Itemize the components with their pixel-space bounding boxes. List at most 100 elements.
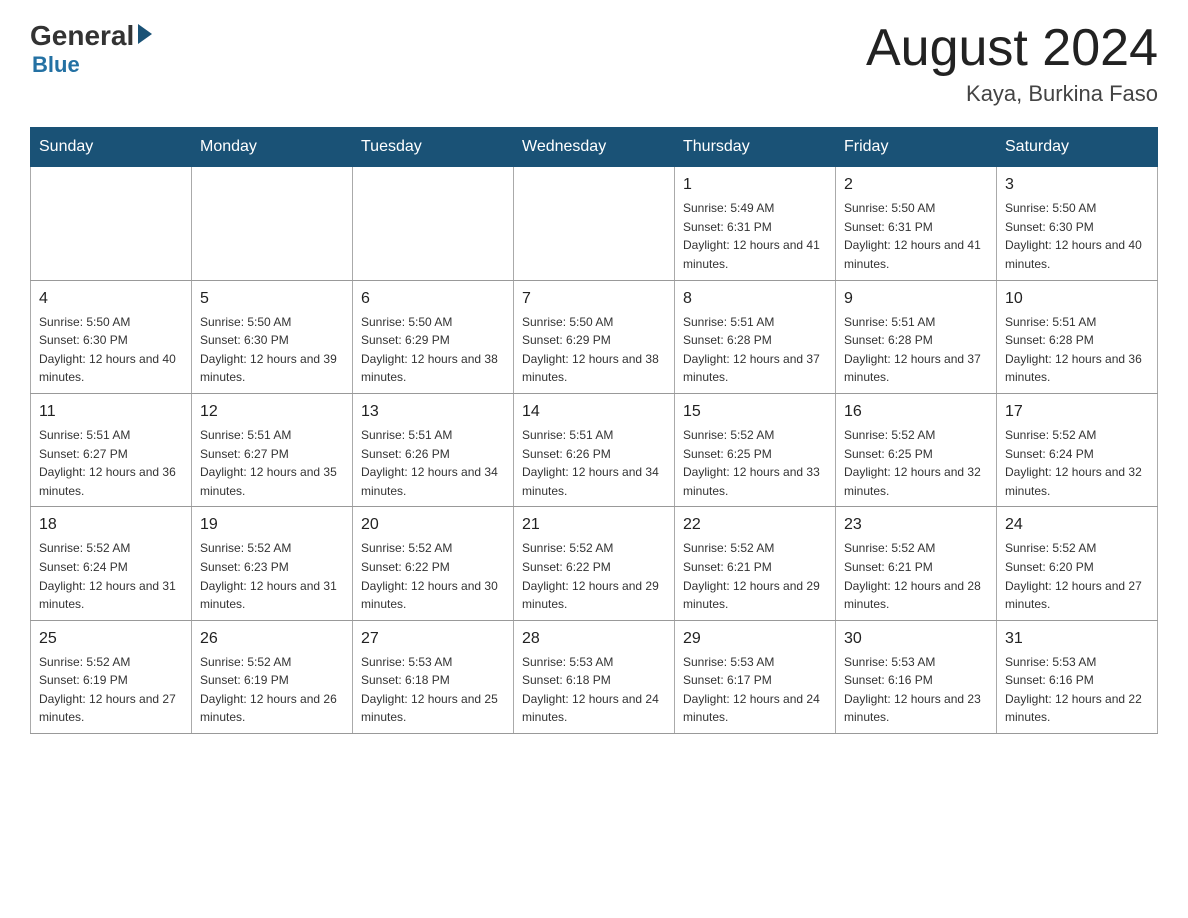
day-number: 5 [200, 287, 344, 311]
day-number: 10 [1005, 287, 1149, 311]
day-number: 4 [39, 287, 183, 311]
day-number: 16 [844, 400, 988, 424]
calendar-cell [514, 167, 675, 280]
location-text: Kaya, Burkina Faso [866, 81, 1158, 107]
day-header-wednesday: Wednesday [514, 128, 675, 167]
day-number: 15 [683, 400, 827, 424]
page-header: General Blue August 2024 Kaya, Burkina F… [30, 20, 1158, 107]
day-number: 19 [200, 513, 344, 537]
day-number: 11 [39, 400, 183, 424]
day-header-thursday: Thursday [675, 128, 836, 167]
calendar-cell: 30Sunrise: 5:53 AMSunset: 6:16 PMDayligh… [836, 620, 997, 733]
day-number: 12 [200, 400, 344, 424]
day-info: Sunrise: 5:52 AMSunset: 6:22 PMDaylight:… [522, 539, 666, 613]
calendar-cell: 7Sunrise: 5:50 AMSunset: 6:29 PMDaylight… [514, 280, 675, 393]
day-info: Sunrise: 5:50 AMSunset: 6:30 PMDaylight:… [200, 313, 344, 387]
calendar-cell: 28Sunrise: 5:53 AMSunset: 6:18 PMDayligh… [514, 620, 675, 733]
day-info: Sunrise: 5:52 AMSunset: 6:22 PMDaylight:… [361, 539, 505, 613]
calendar-cell: 6Sunrise: 5:50 AMSunset: 6:29 PMDaylight… [353, 280, 514, 393]
calendar-cell: 8Sunrise: 5:51 AMSunset: 6:28 PMDaylight… [675, 280, 836, 393]
calendar-cell [353, 167, 514, 280]
calendar-cell: 27Sunrise: 5:53 AMSunset: 6:18 PMDayligh… [353, 620, 514, 733]
day-number: 7 [522, 287, 666, 311]
logo: General Blue [30, 20, 152, 78]
calendar-cell: 31Sunrise: 5:53 AMSunset: 6:16 PMDayligh… [997, 620, 1158, 733]
day-info: Sunrise: 5:52 AMSunset: 6:24 PMDaylight:… [1005, 426, 1149, 500]
calendar-cell: 29Sunrise: 5:53 AMSunset: 6:17 PMDayligh… [675, 620, 836, 733]
day-number: 8 [683, 287, 827, 311]
calendar-cell: 2Sunrise: 5:50 AMSunset: 6:31 PMDaylight… [836, 167, 997, 280]
day-info: Sunrise: 5:52 AMSunset: 6:25 PMDaylight:… [683, 426, 827, 500]
calendar-cell: 4Sunrise: 5:50 AMSunset: 6:30 PMDaylight… [31, 280, 192, 393]
calendar-header-row: SundayMondayTuesdayWednesdayThursdayFrid… [31, 128, 1158, 167]
calendar-cell: 24Sunrise: 5:52 AMSunset: 6:20 PMDayligh… [997, 507, 1158, 620]
logo-blue-text: Blue [32, 52, 80, 78]
calendar-cell: 14Sunrise: 5:51 AMSunset: 6:26 PMDayligh… [514, 393, 675, 506]
day-header-tuesday: Tuesday [353, 128, 514, 167]
day-info: Sunrise: 5:50 AMSunset: 6:31 PMDaylight:… [844, 199, 988, 273]
calendar-cell: 25Sunrise: 5:52 AMSunset: 6:19 PMDayligh… [31, 620, 192, 733]
day-number: 31 [1005, 627, 1149, 651]
day-info: Sunrise: 5:53 AMSunset: 6:16 PMDaylight:… [844, 653, 988, 727]
day-number: 23 [844, 513, 988, 537]
day-number: 26 [200, 627, 344, 651]
calendar-cell: 15Sunrise: 5:52 AMSunset: 6:25 PMDayligh… [675, 393, 836, 506]
calendar-week-row: 4Sunrise: 5:50 AMSunset: 6:30 PMDaylight… [31, 280, 1158, 393]
day-header-monday: Monday [192, 128, 353, 167]
calendar-week-row: 1Sunrise: 5:49 AMSunset: 6:31 PMDaylight… [31, 167, 1158, 280]
day-header-friday: Friday [836, 128, 997, 167]
day-info: Sunrise: 5:52 AMSunset: 6:19 PMDaylight:… [200, 653, 344, 727]
day-info: Sunrise: 5:53 AMSunset: 6:17 PMDaylight:… [683, 653, 827, 727]
day-info: Sunrise: 5:51 AMSunset: 6:27 PMDaylight:… [200, 426, 344, 500]
day-number: 13 [361, 400, 505, 424]
calendar-week-row: 18Sunrise: 5:52 AMSunset: 6:24 PMDayligh… [31, 507, 1158, 620]
calendar-cell: 18Sunrise: 5:52 AMSunset: 6:24 PMDayligh… [31, 507, 192, 620]
day-number: 20 [361, 513, 505, 537]
calendar-cell: 19Sunrise: 5:52 AMSunset: 6:23 PMDayligh… [192, 507, 353, 620]
day-info: Sunrise: 5:50 AMSunset: 6:30 PMDaylight:… [39, 313, 183, 387]
month-title: August 2024 [866, 20, 1158, 77]
calendar-cell: 20Sunrise: 5:52 AMSunset: 6:22 PMDayligh… [353, 507, 514, 620]
day-info: Sunrise: 5:52 AMSunset: 6:21 PMDaylight:… [683, 539, 827, 613]
calendar-cell: 11Sunrise: 5:51 AMSunset: 6:27 PMDayligh… [31, 393, 192, 506]
day-number: 24 [1005, 513, 1149, 537]
day-number: 28 [522, 627, 666, 651]
day-number: 9 [844, 287, 988, 311]
calendar-cell [31, 167, 192, 280]
calendar-cell: 10Sunrise: 5:51 AMSunset: 6:28 PMDayligh… [997, 280, 1158, 393]
day-info: Sunrise: 5:52 AMSunset: 6:21 PMDaylight:… [844, 539, 988, 613]
calendar-cell: 16Sunrise: 5:52 AMSunset: 6:25 PMDayligh… [836, 393, 997, 506]
day-info: Sunrise: 5:51 AMSunset: 6:28 PMDaylight:… [1005, 313, 1149, 387]
day-info: Sunrise: 5:53 AMSunset: 6:18 PMDaylight:… [361, 653, 505, 727]
calendar-week-row: 11Sunrise: 5:51 AMSunset: 6:27 PMDayligh… [31, 393, 1158, 506]
day-info: Sunrise: 5:51 AMSunset: 6:28 PMDaylight:… [683, 313, 827, 387]
day-number: 3 [1005, 173, 1149, 197]
logo-general-text: General [30, 20, 134, 52]
calendar-week-row: 25 Sunrise: 5:52 AMSunset: 6:19 PMDayligh… [31, 620, 1158, 733]
day-number: 1 [683, 173, 827, 197]
day-info: Sunrise: 5:51 AMSunset: 6:26 PMDaylight:… [361, 426, 505, 500]
day-number: 22 [683, 513, 827, 537]
calendar-cell: 5Sunrise: 5:50 AMSunset: 6:30 PMDaylight… [192, 280, 353, 393]
day-info: Sunrise: 5:51 AMSunset: 6:26 PMDaylight:… [522, 426, 666, 500]
day-number: 29 [683, 627, 827, 651]
day-info: Sunrise: 5:52 AMSunset: 6:24 PMDaylight:… [39, 539, 183, 613]
day-info: Sunrise: 5:53 AMSunset: 6:18 PMDaylight:… [522, 653, 666, 727]
day-info: Sunrise: 5:50 AMSunset: 6:29 PMDaylight:… [522, 313, 666, 387]
calendar-cell: 17Sunrise: 5:52 AMSunset: 6:24 PMDayligh… [997, 393, 1158, 506]
title-area: August 2024 Kaya, Burkina Faso [866, 20, 1158, 107]
calendar-cell: 1Sunrise: 5:49 AMSunset: 6:31 PMDaylight… [675, 167, 836, 280]
day-info: Sunrise: 5:52 AMSunset: 6:20 PMDaylight:… [1005, 539, 1149, 613]
calendar-table: SundayMondayTuesdayWednesdayThursdayFrid… [30, 127, 1158, 734]
day-number: 6 [361, 287, 505, 311]
day-info: Sunrise: 5:50 AMSunset: 6:30 PMDaylight:… [1005, 199, 1149, 273]
calendar-cell: 12Sunrise: 5:51 AMSunset: 6:27 PMDayligh… [192, 393, 353, 506]
day-info: Sunrise: 5:51 AMSunset: 6:28 PMDaylight:… [844, 313, 988, 387]
day-number: 25 [39, 627, 183, 651]
day-info: Sunrise: 5:51 AMSunset: 6:27 PMDaylight:… [39, 426, 183, 500]
calendar-cell: 13Sunrise: 5:51 AMSunset: 6:26 PMDayligh… [353, 393, 514, 506]
day-number: 27 [361, 627, 505, 651]
day-info: Sunrise: 5:49 AMSunset: 6:31 PMDaylight:… [683, 199, 827, 273]
calendar-cell: 21Sunrise: 5:52 AMSunset: 6:22 PMDayligh… [514, 507, 675, 620]
day-number: 30 [844, 627, 988, 651]
